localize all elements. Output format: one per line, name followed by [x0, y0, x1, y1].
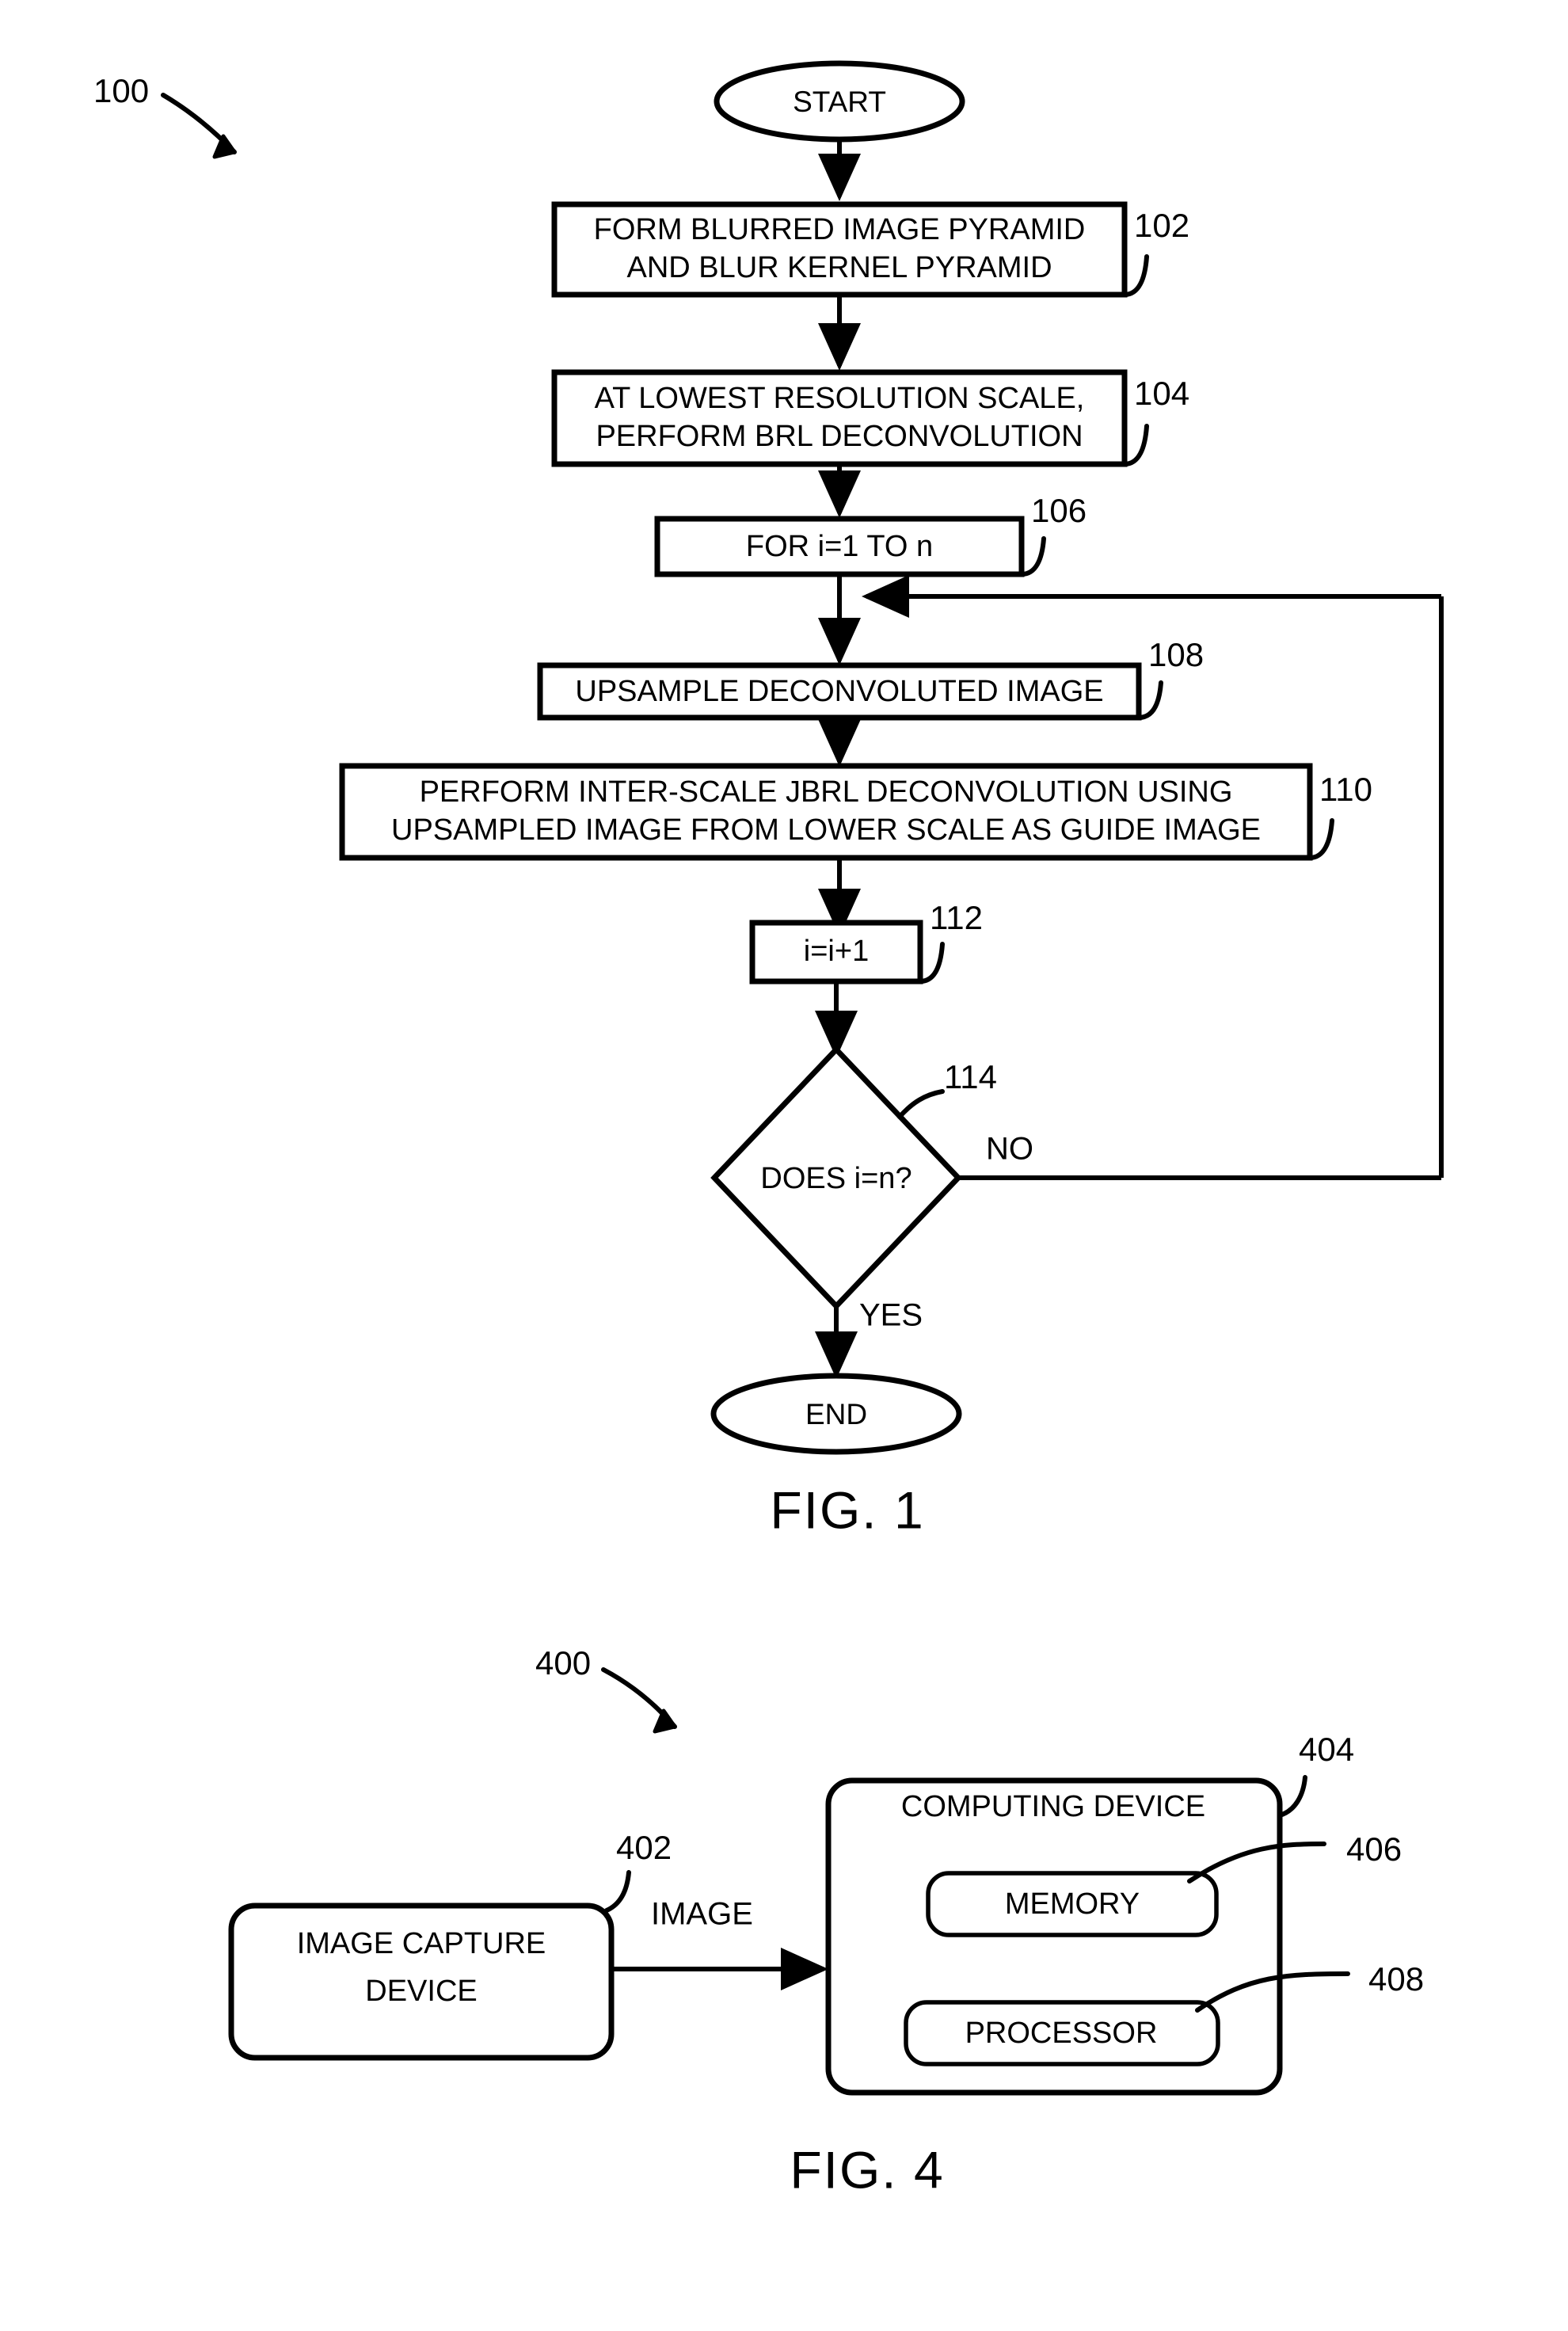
node-image-capture-device-label-line1: IMAGE CAPTURE	[297, 1927, 546, 1960]
ref-numeral-108: 108	[1148, 636, 1204, 673]
leader-curve-404	[1277, 1775, 1307, 1818]
node-memory-label: MEMORY	[1005, 1887, 1140, 1921]
leader-curve-402	[604, 1870, 631, 1913]
ref-numeral-402: 402	[616, 1829, 672, 1866]
leader-curve-112	[918, 942, 945, 984]
node-image-capture-device-label-line2: DEVICE	[365, 1975, 477, 2008]
leader-curve-106	[1019, 536, 1046, 577]
ref-numeral-100: 100	[93, 72, 149, 109]
node-lowest-scale-label-line2: PERFORM BRL DECONVOLUTION	[596, 420, 1083, 453]
ref-numeral-406: 406	[1346, 1830, 1402, 1868]
node-lowest-scale-label-line1: AT LOWEST RESOLUTION SCALE,	[595, 382, 1085, 415]
figure-1-caption: FIG. 1	[770, 1480, 924, 1539]
edge-label-yes: YES	[859, 1298, 923, 1333]
node-upsample-label: UPSAMPLE DECONVOLUTED IMAGE	[575, 675, 1103, 708]
leader-curve-110	[1307, 818, 1334, 860]
leader-arrowhead-100	[212, 134, 237, 159]
node-start-label: START	[793, 86, 886, 118]
ref-numeral-404: 404	[1299, 1731, 1354, 1768]
leader-curve-104	[1122, 424, 1149, 467]
node-computing-device-label: COMPUTING DEVICE	[901, 1790, 1205, 1823]
edge-label-no: NO	[986, 1132, 1033, 1167]
figure-4-group: 400 IMAGE CAPTURE DEVICE 402 IMAGE COMPU…	[228, 1644, 1424, 2199]
leader-curve-102	[1122, 254, 1149, 297]
node-form-pyramid-label-line1: FORM BLURRED IMAGE PYRAMID	[594, 213, 1086, 246]
node-processor-label: PROCESSOR	[965, 2017, 1158, 2050]
figure-canvas: 100 START FORM BLURRED IMAGE PYRAMID AND…	[93, 60, 1444, 2199]
ref-numeral-114: 114	[944, 1058, 997, 1095]
leader-curve-108	[1136, 680, 1163, 720]
leader-arrowhead-400	[653, 1708, 677, 1734]
ref-numeral-102: 102	[1134, 207, 1189, 244]
ref-numeral-110: 110	[1319, 771, 1372, 808]
node-jbrl-deconv-label-line2: UPSAMPLED IMAGE FROM LOWER SCALE AS GUID…	[391, 813, 1261, 847]
node-jbrl-deconv-label-line1: PERFORM INTER-SCALE JBRL DECONVOLUTION U…	[420, 775, 1233, 809]
ref-numeral-106: 106	[1031, 492, 1087, 529]
node-form-pyramid-label-line2: AND BLUR KERNEL PYRAMID	[626, 251, 1052, 284]
leader-curve-114	[897, 1089, 945, 1119]
patent-drawing-sheet: 100 START FORM BLURRED IMAGE PYRAMID AND…	[0, 0, 1568, 2331]
node-increment-label: i=i+1	[804, 935, 869, 968]
node-for-loop-label: FOR i=1 TO n	[746, 530, 933, 563]
ref-numeral-400: 400	[535, 1644, 591, 1682]
edge-label-image: IMAGE	[651, 1897, 753, 1932]
figure-1-group: 100 START FORM BLURRED IMAGE PYRAMID AND…	[93, 60, 1444, 1539]
figure-4-caption: FIG. 4	[790, 2140, 944, 2199]
node-decision-label: DOES i=n?	[760, 1162, 911, 1195]
ref-numeral-104: 104	[1134, 375, 1189, 412]
ref-numeral-408: 408	[1368, 1960, 1424, 1998]
ref-numeral-112: 112	[930, 899, 983, 936]
node-end-label: END	[805, 1398, 867, 1430]
